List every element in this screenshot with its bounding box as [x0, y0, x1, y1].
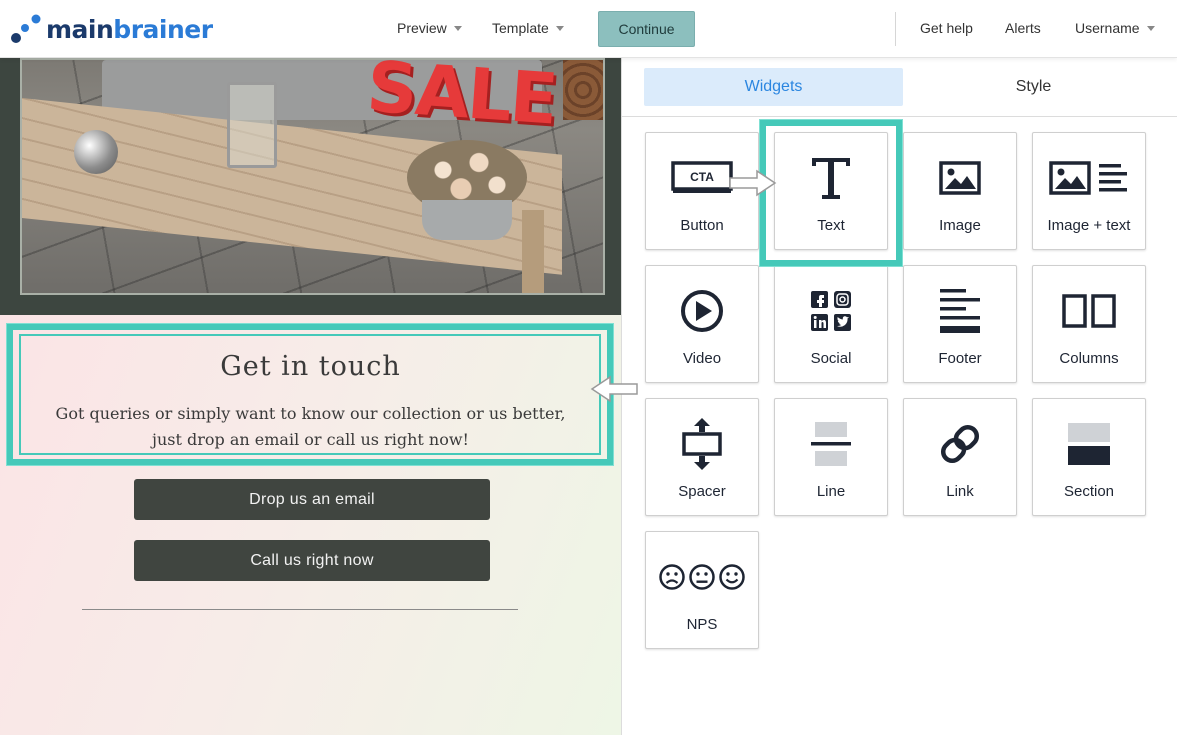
widget-label: NPS	[686, 616, 718, 633]
logo-text-main: main	[46, 14, 114, 44]
mainbrainer-logo[interactable]: mainbrainer	[10, 13, 213, 45]
widget-image[interactable]: Image	[903, 132, 1017, 250]
widget-label: Image + text	[1047, 217, 1131, 234]
call-cta-button[interactable]: Call us right now	[134, 540, 490, 581]
facebook-icon	[811, 291, 828, 308]
widget-label: Text	[817, 217, 845, 234]
username-label: Username	[1075, 20, 1140, 36]
widget-social[interactable]: Social	[774, 265, 888, 383]
widget-label: Video	[682, 350, 722, 367]
chevron-down-icon	[1146, 25, 1155, 31]
spacer-icon	[646, 415, 758, 473]
widget-video[interactable]: Video	[645, 265, 759, 383]
happy-face-icon	[719, 564, 745, 590]
sad-face-icon	[659, 564, 685, 590]
widget-label: Columns	[1059, 350, 1119, 367]
widget-link[interactable]: Link	[903, 398, 1017, 516]
widget-line[interactable]: Line	[774, 398, 888, 516]
panel-tabs: Widgets Style	[622, 58, 1177, 117]
get-help-link[interactable]: Get help	[920, 20, 973, 36]
preview-label: Preview	[397, 20, 447, 36]
line-icon	[775, 415, 887, 473]
widget-spacer[interactable]: Spacer	[645, 398, 759, 516]
bench-photo[interactable]: SALE	[20, 58, 605, 295]
logo-text-brainer: brainer	[113, 14, 213, 44]
image-text-icon	[1033, 149, 1145, 207]
tab-style[interactable]: Style	[904, 68, 1163, 106]
email-cta-button[interactable]: Drop us an email	[134, 479, 490, 520]
twitter-icon	[834, 314, 851, 331]
photo-sale-sign: SALE	[364, 58, 559, 141]
topbar-divider	[895, 12, 896, 46]
widget-label: Social	[810, 350, 852, 367]
email-canvas: SALE Get in touch Got queries or simply …	[0, 58, 621, 735]
social-icons	[775, 282, 887, 340]
template-menu[interactable]: Template	[492, 20, 564, 36]
widget-section[interactable]: Section	[1032, 398, 1146, 516]
username-menu[interactable]: Username	[1075, 20, 1155, 36]
footer-icon	[904, 282, 1016, 340]
nps-faces-icon	[646, 548, 758, 606]
instagram-icon	[834, 291, 851, 308]
logo-dots-icon	[11, 14, 41, 43]
widget-label: Line	[816, 483, 846, 500]
chevron-down-icon	[453, 25, 462, 31]
widget-label: Footer	[938, 350, 982, 367]
image-icon	[904, 149, 1016, 207]
photo-lantern	[227, 82, 277, 168]
widget-image-text[interactable]: Image + text	[1032, 132, 1146, 250]
section-icon	[1033, 415, 1145, 473]
widget-panel: Widgets Style CTA Button Text Image Imag…	[621, 58, 1177, 735]
logo-text: mainbrainer	[46, 15, 213, 44]
divider-line	[82, 609, 518, 610]
widget-columns[interactable]: Columns	[1032, 265, 1146, 383]
widget-nps[interactable]: NPS	[645, 531, 759, 649]
photo-bench-leg	[522, 210, 544, 293]
widget-text[interactable]: Text	[774, 132, 888, 250]
link-icon	[904, 415, 1016, 473]
contact-body-text[interactable]: Got queries or simply want to know our c…	[40, 401, 581, 453]
preview-menu[interactable]: Preview	[397, 20, 462, 36]
linkedin-icon	[811, 314, 828, 331]
contact-heading[interactable]: Get in touch	[0, 351, 621, 382]
alerts-link[interactable]: Alerts	[1005, 20, 1041, 36]
columns-icon	[1033, 282, 1145, 340]
photo-kettle	[74, 130, 118, 174]
text-t-icon	[775, 149, 887, 207]
neutral-face-icon	[689, 564, 715, 590]
photo-wood-pile	[563, 60, 603, 120]
photo-pot	[422, 200, 512, 240]
pointer-arrow-right-icon	[729, 169, 777, 197]
pointer-arrow-left-icon	[590, 375, 638, 403]
template-label: Template	[492, 20, 549, 36]
widget-label: Image	[939, 217, 981, 234]
widget-label: Section	[1063, 483, 1115, 500]
widget-label: Link	[946, 483, 974, 500]
tab-widgets[interactable]: Widgets	[644, 68, 903, 106]
contact-section: Get in touch Got queries or simply want …	[0, 315, 621, 735]
play-icon	[646, 282, 758, 340]
image-block[interactable]: SALE	[0, 58, 621, 315]
top-bar: mainbrainer Preview Template Continue Ge…	[0, 0, 1177, 58]
chevron-down-icon	[555, 25, 564, 31]
widget-label: Button	[680, 217, 724, 234]
widget-label: Spacer	[678, 483, 726, 500]
continue-button[interactable]: Continue	[598, 11, 695, 47]
cta-icon-text: CTA	[690, 170, 714, 184]
widget-footer[interactable]: Footer	[903, 265, 1017, 383]
